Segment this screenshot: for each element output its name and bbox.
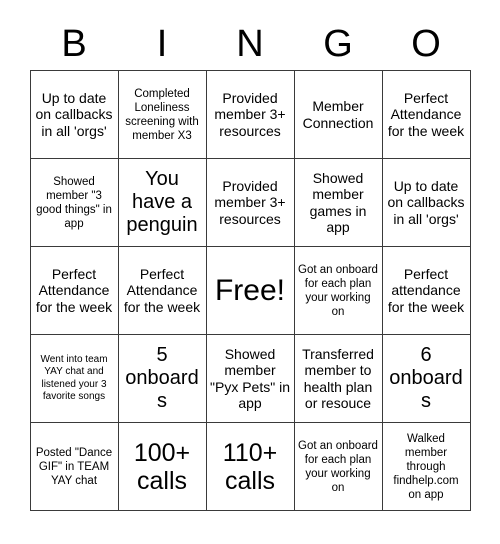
bingo-cell-text: 100+ calls — [133, 438, 191, 495]
bingo-cell[interactable]: Perfect Attendance for the week — [29, 246, 119, 335]
bingo-cell-text: Completed Loneliness screening with memb… — [125, 87, 199, 142]
bingo-cell-text: Showed member games in app — [309, 169, 367, 236]
bingo-cell[interactable]: You have a penguin — [117, 158, 207, 247]
bingo-cell-text: Got an onboard for each plan your workin… — [298, 263, 378, 318]
bingo-cell[interactable]: Got an onboard for each plan your workin… — [293, 422, 383, 511]
bingo-cell[interactable]: Provided member 3+ resources — [205, 70, 295, 159]
bingo-card: B I N G O Up to date on callbacks in all… — [0, 0, 500, 544]
bingo-cell-text: Perfect attendance for the week — [387, 265, 465, 315]
bingo-header-row: B I N G O — [30, 0, 470, 66]
bingo-free-space-text: Free! — [214, 273, 286, 307]
bingo-cell[interactable]: 6 onboards — [381, 334, 471, 423]
bingo-cell-text: 110+ calls — [222, 438, 278, 495]
bingo-cell[interactable]: Posted "Dance GIF" in TEAM YAY chat — [29, 422, 119, 511]
bingo-cell-text: Perfect Attendance for the week — [35, 265, 113, 315]
bingo-cell-text: Perfect Attendance for the week — [387, 89, 465, 139]
bingo-cell[interactable]: Perfect attendance for the week — [381, 246, 471, 335]
bingo-cell-text: Walked member through findhelp.com on ap… — [393, 432, 459, 501]
bingo-cell[interactable]: Member Connection — [293, 70, 383, 159]
bingo-cell-text: You have a penguin — [126, 168, 198, 236]
bingo-cell-text: 6 onboards — [389, 344, 463, 412]
bingo-cell-text: Showed member "3 good things" in app — [36, 175, 112, 230]
bingo-cell[interactable]: Got an onboard for each plan your workin… — [293, 246, 383, 335]
bingo-cell[interactable]: Perfect Attendance for the week — [381, 70, 471, 159]
bingo-header-letter-n: N — [236, 23, 264, 65]
bingo-cell[interactable]: Perfect Attendance for the week — [117, 246, 207, 335]
bingo-cell-text: Showed member "Pyx Pets" in app — [210, 345, 290, 412]
bingo-row: Perfect Attendance for the week Perfect … — [29, 246, 471, 335]
bingo-cell[interactable]: 110+ calls — [205, 422, 295, 511]
bingo-cell[interactable]: Completed Loneliness screening with memb… — [117, 70, 207, 159]
bingo-cell-text: Posted "Dance GIF" in TEAM YAY chat — [35, 446, 113, 487]
bingo-row: Showed member "3 good things" in app You… — [29, 158, 471, 247]
bingo-cell[interactable]: 100+ calls — [117, 422, 207, 511]
bingo-cell-free[interactable]: Free! — [205, 246, 295, 335]
bingo-cell-text: 5 onboards — [125, 344, 199, 412]
bingo-cell[interactable]: Transferred member to health plan or res… — [293, 334, 383, 423]
bingo-cell-text: Member Connection — [302, 98, 374, 131]
bingo-header-letter-i: I — [156, 23, 168, 65]
bingo-cell[interactable]: Provided member 3+ resources — [205, 158, 295, 247]
bingo-cell-text: Provided member 3+ resources — [214, 177, 286, 227]
bingo-cell[interactable]: Showed member "3 good things" in app — [29, 158, 119, 247]
bingo-header-letter-g: G — [323, 23, 353, 65]
bingo-row: Up to date on callbacks in all 'orgs' Co… — [29, 70, 471, 159]
bingo-cell-text: Perfect Attendance for the week — [123, 265, 201, 315]
bingo-row: Went into team YAY chat and listened you… — [29, 334, 471, 423]
bingo-cell[interactable]: Up to date on callbacks in all 'orgs' — [381, 158, 471, 247]
bingo-cell-text: Up to date on callbacks in all 'orgs' — [35, 89, 113, 139]
bingo-cell-text: Provided member 3+ resources — [214, 89, 286, 139]
bingo-grid: Up to date on callbacks in all 'orgs' Co… — [29, 70, 471, 511]
bingo-cell[interactable]: Showed member games in app — [293, 158, 383, 247]
bingo-cell[interactable]: 5 onboards — [117, 334, 207, 423]
bingo-cell[interactable]: Showed member "Pyx Pets" in app — [205, 334, 295, 423]
bingo-cell[interactable]: Walked member through findhelp.com on ap… — [381, 422, 471, 511]
bingo-header-letter-o: O — [411, 23, 441, 65]
bingo-cell[interactable]: Up to date on callbacks in all 'orgs' — [29, 70, 119, 159]
bingo-cell-text: Went into team YAY chat and listened you… — [40, 353, 108, 403]
bingo-cell-text: Got an onboard for each plan your workin… — [298, 439, 378, 494]
bingo-cell-text: Up to date on callbacks in all 'orgs' — [387, 177, 465, 227]
bingo-row: Posted "Dance GIF" in TEAM YAY chat 100+… — [29, 422, 471, 511]
bingo-header-letter-b: B — [61, 23, 87, 65]
bingo-cell-text: Transferred member to health plan or res… — [302, 345, 374, 412]
bingo-cell[interactable]: Went into team YAY chat and listened you… — [29, 334, 119, 423]
